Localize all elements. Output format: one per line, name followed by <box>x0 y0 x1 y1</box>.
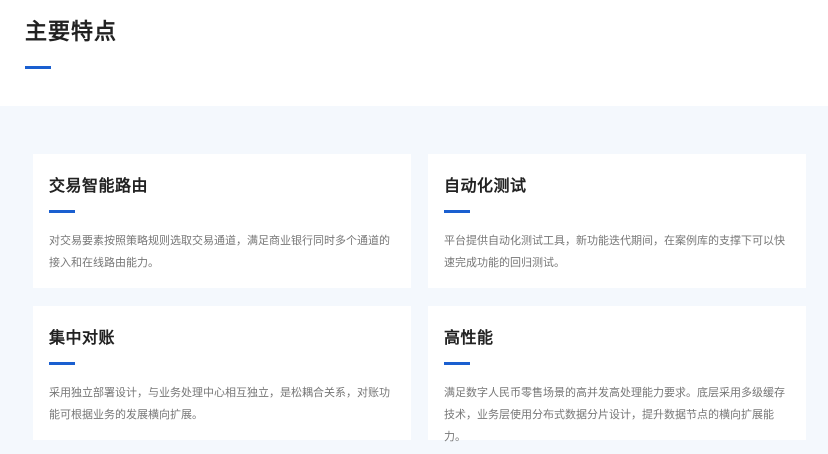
feature-card-description: 对交易要素按照策略规则选取交易通道，满足商业银行同时多个通道的接入和在线路由能力… <box>49 234 390 269</box>
feature-card-reconciliation: 集中对账 采用独立部署设计，与业务处理中心相互独立，是松耦合关系，对账功能可根据… <box>33 306 411 440</box>
section-header: 主要特点 <box>0 0 828 106</box>
feature-card-high-performance: 高性能 满足数字人民币零售场景的高并发高处理能力要求。底层采用多级缓存技术，业务… <box>428 306 806 443</box>
feature-card-smart-routing: 交易智能路由 对交易要素按照策略规则选取交易通道，满足商业银行同时多个通道的接入… <box>33 154 411 288</box>
feature-card-title: 自动化测试 <box>444 176 527 195</box>
feature-card-accent-bar <box>49 362 75 365</box>
section-title: 主要特点 <box>25 20 118 45</box>
feature-card-title: 交易智能路由 <box>49 176 149 195</box>
feature-card-auto-testing: 自动化测试 平台提供自动化测试工具，新功能迭代期间，在案例库的支撑下可以快速完成… <box>428 154 806 288</box>
section-title-accent-bar <box>25 66 51 69</box>
feature-card-accent-bar <box>444 210 470 213</box>
feature-card-title: 高性能 <box>444 328 494 347</box>
feature-card-accent-bar <box>49 210 75 213</box>
features-area: 交易智能路由 对交易要素按照策略规则选取交易通道，满足商业银行同时多个通道的接入… <box>0 106 828 454</box>
feature-card-description: 采用独立部署设计，与业务处理中心相互独立，是松耦合关系，对账功能可根据业务的发展… <box>49 386 390 421</box>
feature-card-accent-bar <box>444 362 470 365</box>
feature-card-description: 满足数字人民币零售场景的高并发高处理能力要求。底层采用多级缓存技术，业务层使用分… <box>444 386 785 443</box>
feature-card-description: 平台提供自动化测试工具，新功能迭代期间，在案例库的支撑下可以快速完成功能的回归测… <box>444 234 785 269</box>
feature-card-title: 集中对账 <box>49 328 116 347</box>
